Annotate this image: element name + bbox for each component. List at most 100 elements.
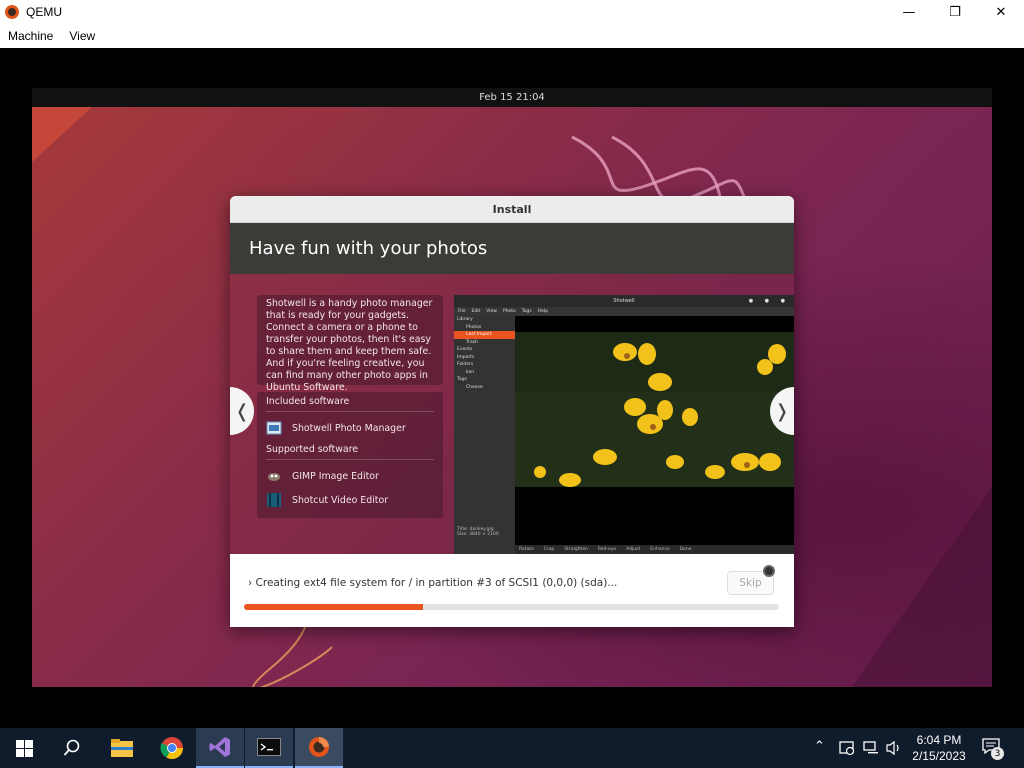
shotwell-menu: File Edit View Photo Tags Help [454, 307, 794, 316]
install-status-text: Creating ext4 file system for / in parti… [255, 577, 618, 589]
qemu-icon [5, 5, 19, 19]
progress-area: › Creating ext4 file system for / in par… [230, 554, 794, 627]
volume-icon[interactable] [885, 739, 903, 757]
vpn-network-icon[interactable] [838, 739, 856, 757]
qemu-icon [309, 737, 329, 757]
slide-title-bar: Have fun with your photos [230, 223, 794, 274]
clock-time: 6:04 PM [916, 733, 962, 747]
search-icon [63, 739, 80, 756]
taskbar-qemu[interactable] [295, 728, 343, 768]
included-software-heading: Included software [266, 396, 434, 412]
shotwell-tool: Straighten [564, 547, 588, 552]
shotwell-tool: Rotate [519, 547, 534, 552]
shotwell-sidebar-item: Events [457, 347, 473, 352]
shotwell-menu-item: Help [537, 309, 549, 314]
shotwell-sidebar-item: Photos [466, 324, 482, 330]
taskbar: ⌃ 6:04 PM 2/15/2023 3 [0, 728, 1024, 768]
software-label: GIMP Image Editor [292, 470, 379, 482]
shotwell-title: Shotwell [613, 298, 635, 304]
chevron-right-icon: ❭ [774, 400, 790, 422]
shotwell-sidebar-item: Imports [457, 354, 475, 360]
shotwell-tool: Red-eye [597, 547, 617, 552]
dialog-header: Install [230, 196, 794, 223]
visual-studio-icon [209, 737, 230, 757]
software-item-shotwell: Shotwell Photo Manager [266, 416, 434, 440]
flower-photo [515, 332, 794, 487]
start-button[interactable] [0, 728, 48, 768]
shotwell-sidebar-item: ken [466, 369, 475, 375]
restore-button[interactable]: ❐ [932, 0, 978, 24]
taskbar-visual-studio[interactable] [196, 728, 244, 768]
software-item-gimp: GIMP Image Editor [266, 464, 434, 488]
network-icon[interactable] [862, 739, 880, 757]
shotwell-icon [266, 421, 282, 435]
menubar: Machine View [0, 24, 1024, 48]
notification-count-badge: 3 [991, 747, 1004, 760]
minimize-button[interactable]: — [886, 0, 932, 24]
shotwell-menu-item: File [458, 309, 466, 314]
shotwell-status: Title: donkey.jpg Size: 3840 × 2160 [454, 525, 515, 554]
terminal-icon [257, 738, 281, 756]
shotwell-tool: Enhance [650, 547, 670, 552]
gnome-top-bar: Feb 15 21:04 [32, 88, 992, 107]
slideshow: Shotwell is a handy photo manager that i… [230, 274, 794, 554]
previous-slide-button[interactable]: ❬ [230, 387, 254, 435]
taskbar-file-explorer[interactable] [98, 728, 146, 768]
install-dialog: Install Have fun with your photos Shotwe… [230, 196, 794, 627]
shotwell-tool: Done [679, 547, 692, 552]
close-icon: ✕ [995, 4, 1007, 20]
shotwell-menu-item: View [486, 309, 497, 314]
shotwell-sidebar: Library Photos Last Import Trash Events … [454, 316, 515, 554]
window-title: QEMU [26, 5, 62, 19]
shotwell-photo [515, 332, 794, 487]
shotwell-sidebar-item: Trash [466, 339, 478, 345]
record-icon [763, 565, 775, 577]
shotwell-sidebar-item: Library [457, 317, 473, 322]
shotwell-status-size: Size: 3840 × 2160 [457, 532, 499, 537]
software-label: Shotcut Video Editor [292, 494, 389, 506]
gnome-clock[interactable]: Feb 15 21:04 [479, 92, 545, 103]
slide-description: Shotwell is a handy photo manager that i… [257, 295, 443, 393]
shotwell-sidebar-item: Tags [457, 377, 467, 382]
software-label: Shotwell Photo Manager [292, 422, 406, 434]
software-box: Included software Shotwell Photo Manager… [257, 392, 443, 518]
shotwell-sidebar-item: Last Import [454, 331, 515, 339]
taskbar-terminal[interactable] [245, 728, 293, 768]
qemu-titlebar: QEMU — ❐ ✕ [0, 0, 1024, 24]
shotcut-icon [267, 493, 281, 507]
supported-software-heading: Supported software [266, 444, 434, 460]
show-hidden-icons-chevron-up-icon[interactable]: ⌃ [814, 739, 825, 754]
shotwell-window-controls-icon: ● ● ● [748, 298, 790, 304]
dialog-title: Install [492, 202, 532, 216]
gimp-icon [268, 473, 280, 481]
clock-date: 2/15/2023 [912, 749, 966, 763]
taskbar-clock[interactable]: 6:04 PM 2/15/2023 [905, 732, 973, 764]
shotwell-toolbar: Rotate Crop Straighten Red-eye Adjust En… [515, 545, 794, 554]
chrome-icon [160, 737, 183, 759]
shotwell-menu-item: Edit [471, 309, 481, 314]
shotwell-sidebar-item: Folders [457, 362, 474, 367]
menu-view[interactable]: View [61, 29, 103, 43]
taskbar-chrome[interactable] [148, 728, 196, 768]
notification-center-button[interactable]: 3 [982, 738, 1004, 760]
shotwell-menu-item: Photo [502, 309, 516, 314]
software-item-shotcut: Shotcut Video Editor [266, 488, 434, 512]
install-progress-fill [244, 604, 424, 610]
install-status[interactable]: › Creating ext4 file system for / in par… [248, 577, 617, 589]
restore-icon: ❐ [949, 4, 961, 20]
shotwell-sidebar-item: Cheese [466, 384, 483, 390]
shotwell-tool: Crop [543, 547, 555, 552]
shotwell-screenshot: Shotwell ● ● ● File Edit View Photo Tags… [454, 295, 794, 554]
minimize-icon: — [902, 4, 916, 20]
windows-logo-icon [15, 739, 33, 757]
install-progress-bar [244, 604, 779, 610]
expand-chevron-icon: › [248, 577, 253, 589]
close-button[interactable]: ✕ [978, 0, 1024, 24]
file-explorer-icon [111, 739, 133, 757]
menu-machine[interactable]: Machine [0, 29, 61, 43]
slide-title: Have fun with your photos [249, 238, 488, 259]
shotwell-tool: Adjust [626, 547, 641, 552]
shotwell-titlebar: Shotwell ● ● ● [454, 295, 794, 307]
taskbar-search-button[interactable] [48, 728, 96, 768]
shotwell-menu-item: Tags [521, 309, 532, 314]
